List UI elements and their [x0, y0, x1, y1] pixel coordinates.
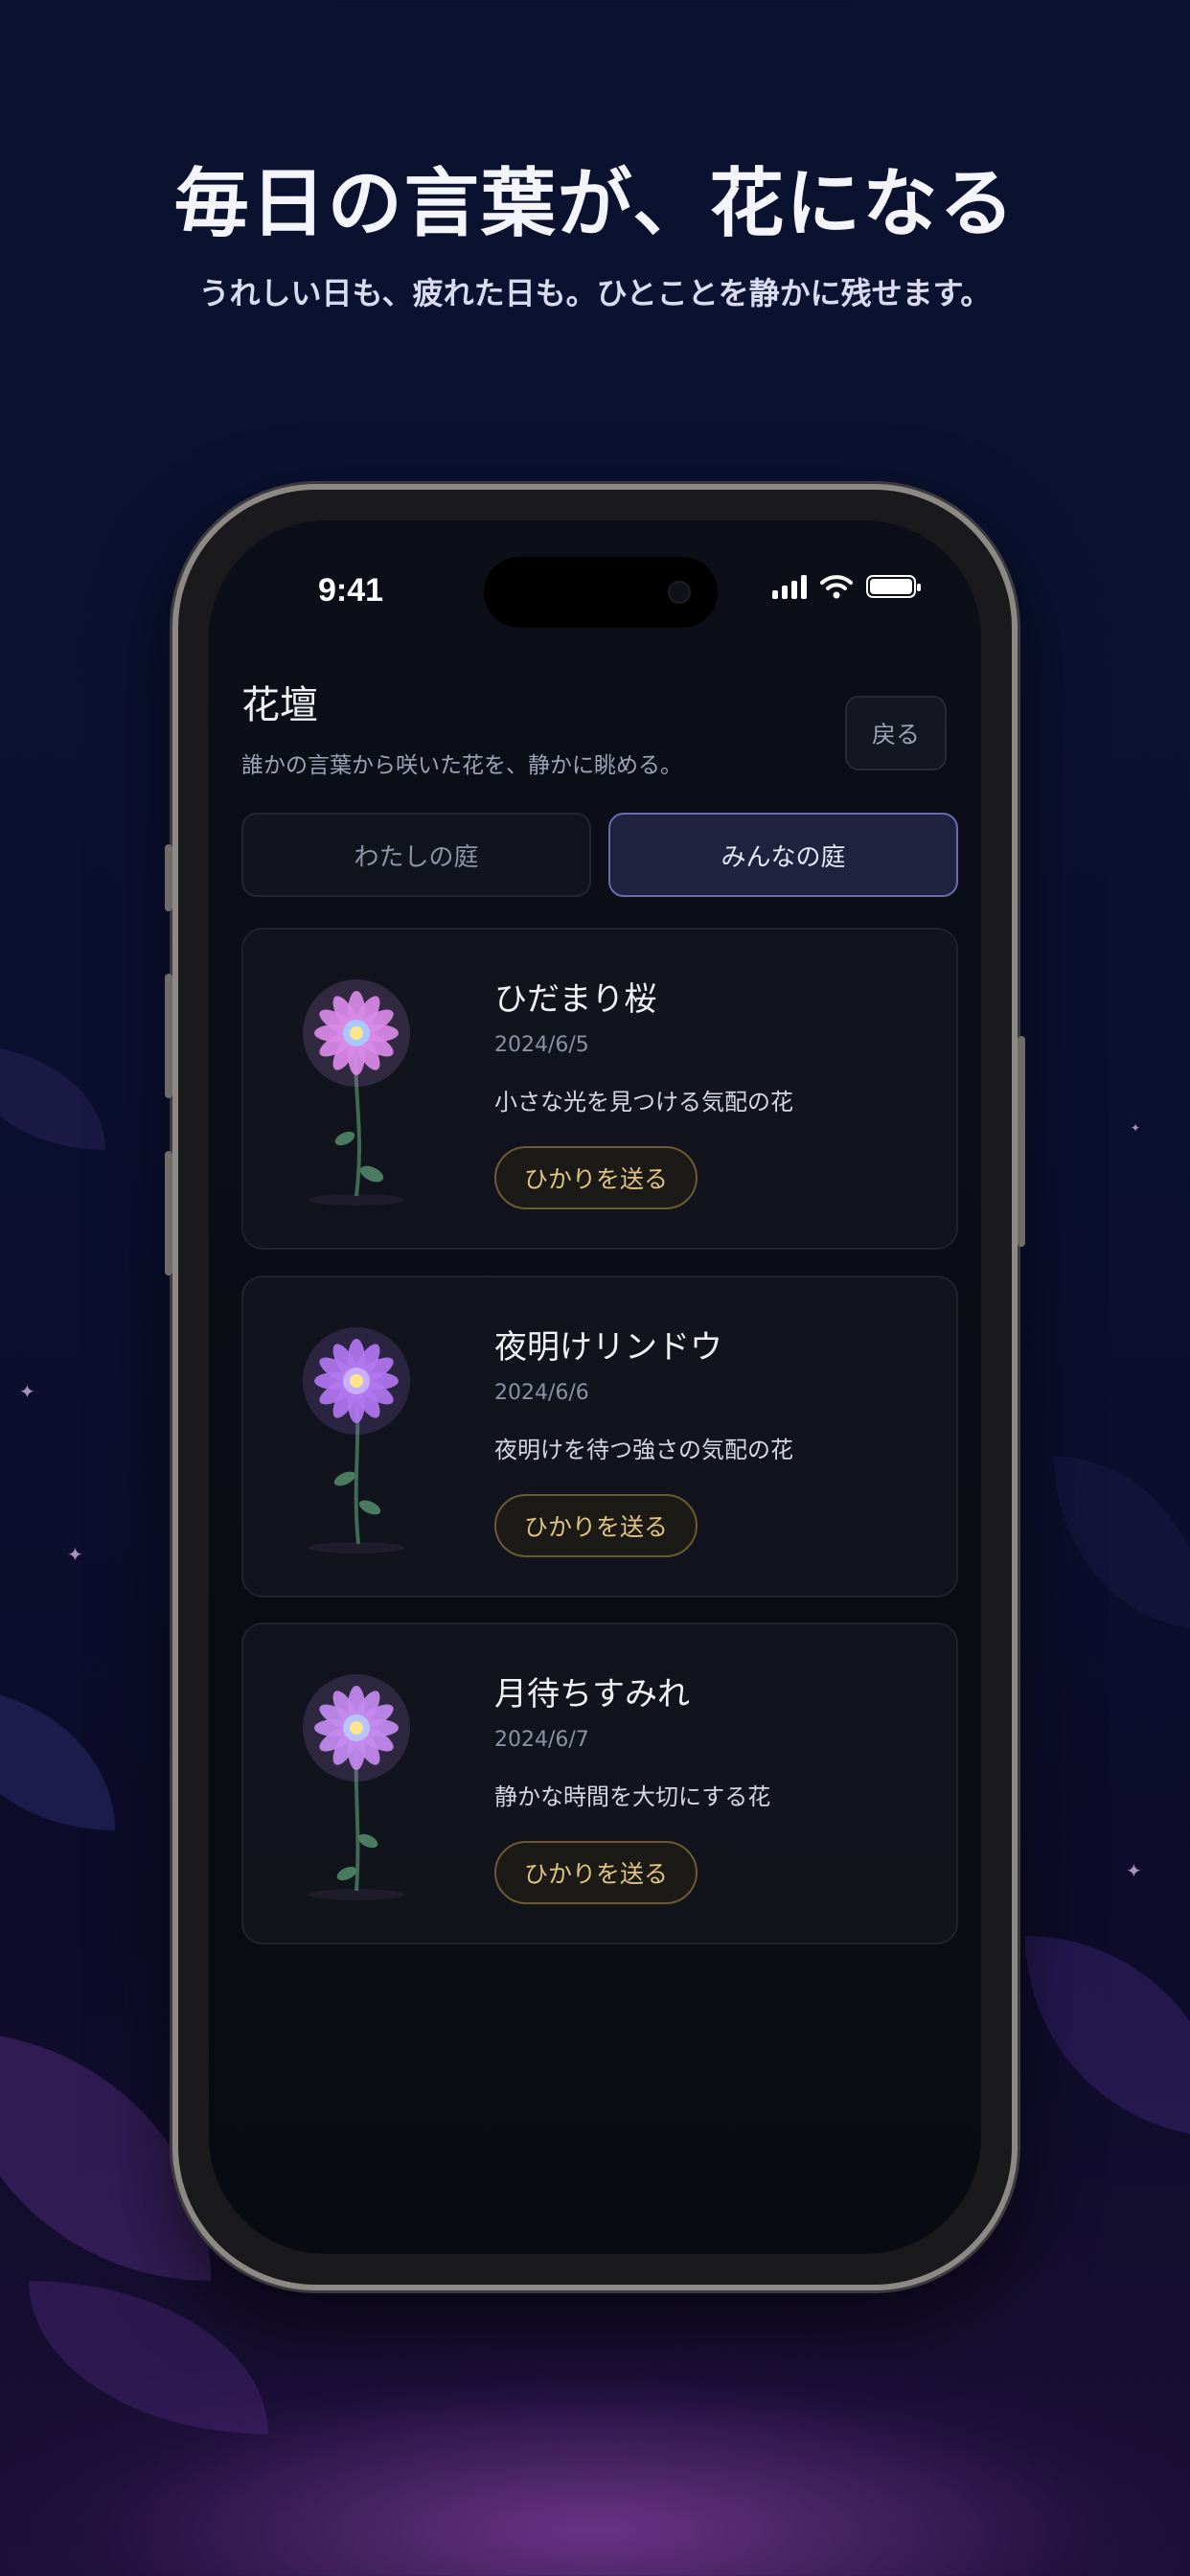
- battery-icon: [866, 575, 921, 598]
- sparkle-icon: ✦: [19, 1380, 35, 1403]
- camera-icon: [668, 581, 691, 604]
- flower-card: ひだまり桜 2024/6/5 小さな光を見つける気配の花 ひかりを送る: [241, 928, 958, 1250]
- send-light-button[interactable]: ひかりを送る: [494, 1146, 698, 1209]
- wifi-icon: [820, 575, 853, 599]
- status-icons: [772, 574, 921, 599]
- flower-description: 静かな時間を大切にする花: [494, 1783, 771, 1810]
- background-leaf: [1025, 1936, 1190, 2137]
- flower-description: 夜明けを待つ強さの気配の花: [494, 1437, 793, 1463]
- sparkle-icon: ✦: [67, 1543, 83, 1566]
- flower-icon: [303, 1674, 410, 1900]
- marketing-headline: 毎日の言葉が、花になる: [173, 161, 1017, 247]
- status-time: 9:41: [318, 572, 384, 609]
- page-subtitle: 誰かの言葉から咲いた花を、静かに眺める。: [241, 753, 682, 778]
- flower-name: 夜明けリンドウ: [494, 1328, 722, 1367]
- phone-volume-down: [165, 1151, 172, 1276]
- back-button[interactable]: 戻る: [845, 696, 947, 770]
- flower-date: 2024/6/5: [494, 1033, 589, 1057]
- flower-icon: [303, 979, 410, 1206]
- flower-card: 月待ちすみれ 2024/6/7 静かな時間を大切にする花 ひかりを送る: [241, 1622, 958, 1944]
- tab-my-garden[interactable]: わたしの庭: [241, 813, 591, 897]
- background-leaf: [0, 1687, 115, 1830]
- send-light-button[interactable]: ひかりを送る: [494, 1841, 698, 1904]
- phone-frame: 9:41 花壇 誰かの言葉から咲いた花を、静かに眺める。 戻る わたしの庭 みん…: [165, 484, 1025, 2290]
- page-title: 花壇: [241, 683, 318, 727]
- flower-date: 2024/6/7: [494, 1728, 589, 1752]
- app-screen: 9:41 花壇 誰かの言葉から咲いた花を、静かに眺める。 戻る わたしの庭 みん…: [209, 520, 981, 2254]
- sparkle-icon: ✦: [1126, 1859, 1142, 1882]
- background-leaf: [1054, 1457, 1190, 1629]
- phone-power-button: [1018, 1036, 1025, 1247]
- send-light-button[interactable]: ひかりを送る: [494, 1494, 698, 1557]
- flower-icon: [303, 1327, 410, 1553]
- signal-icon: [772, 574, 807, 599]
- tab-everyone-garden[interactable]: みんなの庭: [608, 813, 958, 897]
- flower-name: ひだまり桜: [494, 980, 657, 1019]
- flower-card: 夜明けリンドウ 2024/6/6 夜明けを待つ強さの気配の花 ひかりを送る: [241, 1276, 958, 1598]
- background-leaf: [29, 2281, 268, 2434]
- dynamic-island: [484, 557, 718, 628]
- flower-name: 月待ちすみれ: [494, 1675, 690, 1714]
- sparkle-icon: ✦: [1131, 1121, 1141, 1135]
- phone-action-button: [165, 844, 172, 911]
- marketing-subline: うれしい日も、疲れた日も。ひとことを静かに残せます。: [198, 275, 992, 311]
- background-leaf: [0, 1045, 105, 1150]
- flower-description: 小さな光を見つける気配の花: [494, 1089, 793, 1116]
- flower-date: 2024/6/6: [494, 1381, 589, 1405]
- garden-tabs: わたしの庭 みんなの庭: [241, 813, 958, 897]
- phone-volume-up: [165, 974, 172, 1098]
